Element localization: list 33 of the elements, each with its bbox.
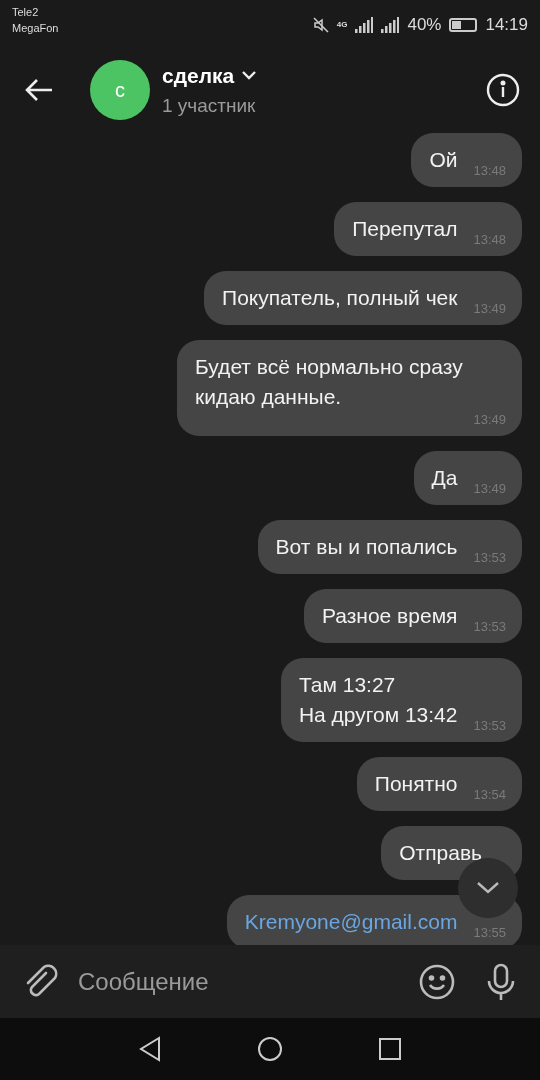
emoji-icon[interactable] — [418, 962, 456, 1001]
signal-icon — [355, 16, 374, 33]
avatar[interactable]: с — [90, 60, 150, 120]
message-text: Будет всё нормально сразу кидаю данные. — [195, 354, 464, 410]
chat-title[interactable]: сделка — [162, 60, 235, 92]
message-text: Вот вы и попались — [275, 534, 458, 560]
message-text: Отправь — [399, 840, 482, 866]
clock: 14:19 — [485, 14, 528, 36]
chevron-down-icon — [477, 882, 499, 894]
battery-icon — [449, 17, 478, 32]
carrier-name: MegaFon — [12, 21, 59, 36]
home-nav-icon[interactable] — [257, 1036, 283, 1062]
message-composer[interactable]: Сообщение — [0, 945, 540, 1018]
message-text: Перепутал — [352, 216, 458, 242]
email-link[interactable]: Kremyone@gmail.com — [244, 907, 458, 937]
recents-nav-icon[interactable] — [378, 1037, 402, 1061]
carrier-name: Tele2 — [12, 5, 40, 20]
back-icon[interactable] — [24, 78, 54, 102]
chevron-down-icon[interactable] — [242, 71, 257, 81]
message-text: Разное время — [321, 603, 458, 629]
message-text: Там 13:27 На другом 13:42 — [298, 672, 458, 728]
mute-icon — [312, 16, 329, 33]
signal-icon — [381, 16, 400, 33]
microphone-icon[interactable] — [486, 962, 516, 1001]
message-text: Покупатель, полный чек — [222, 285, 458, 311]
battery-percent: 40% — [407, 14, 442, 36]
back-nav-icon[interactable] — [138, 1036, 162, 1062]
network-type: 4G — [336, 20, 348, 29]
message-text: Да — [431, 465, 458, 491]
participant-count: 1 участник — [162, 93, 257, 118]
info-icon[interactable] — [486, 73, 520, 107]
message-text: Понятно — [374, 771, 458, 797]
message-text: Ой — [429, 147, 458, 173]
